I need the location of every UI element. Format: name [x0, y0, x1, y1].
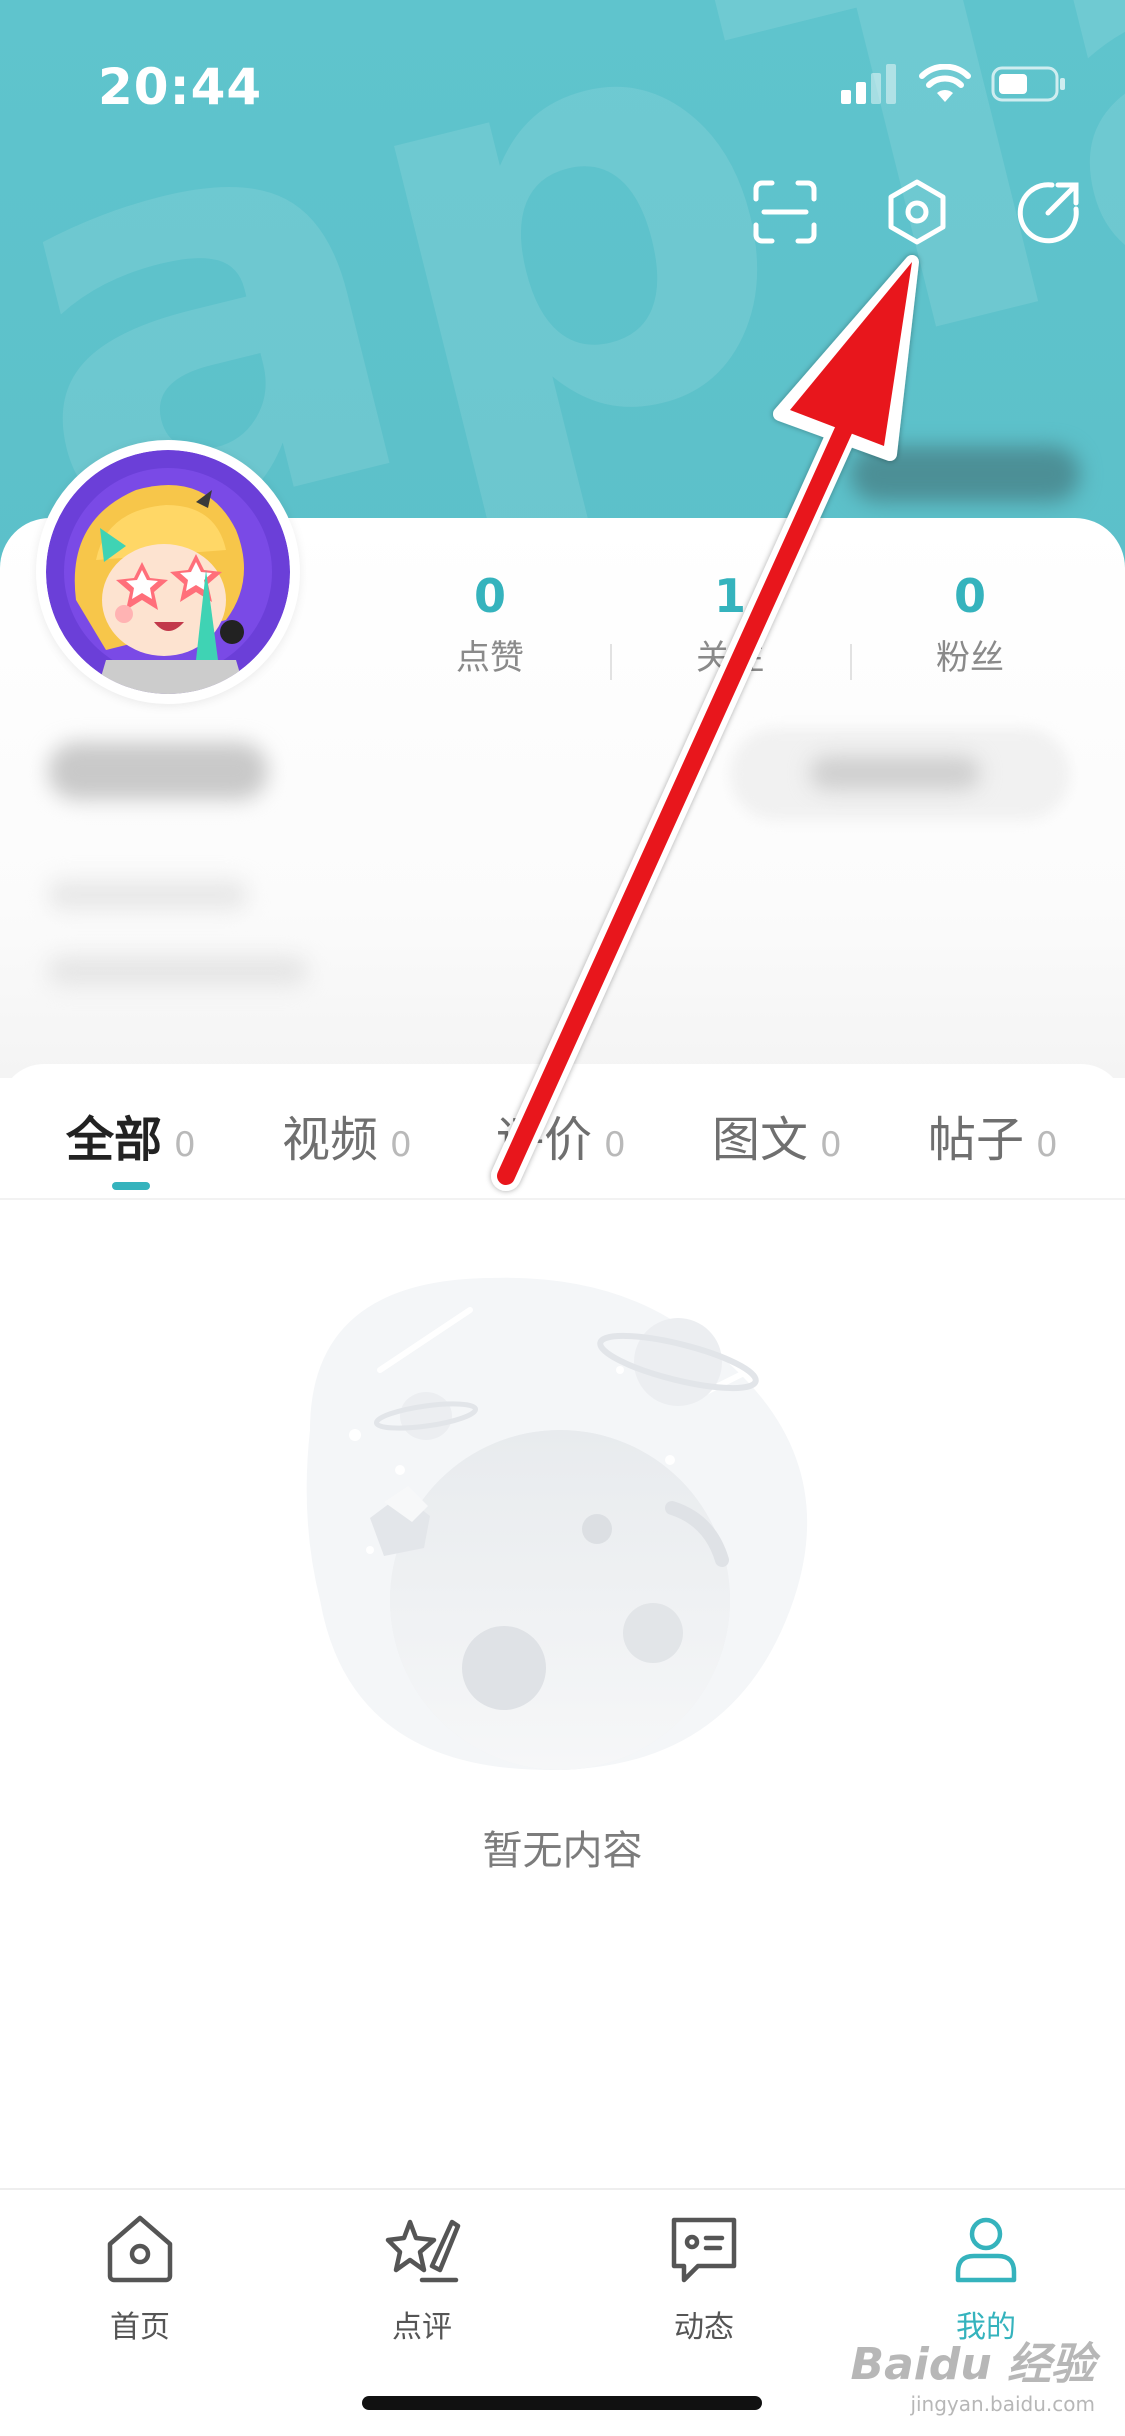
stat-followers[interactable]: 0 粉丝	[850, 568, 1090, 680]
share-button[interactable]	[1013, 176, 1085, 248]
tab-threads[interactable]: 帖子 0	[928, 1100, 1058, 1170]
tab-separator	[0, 1198, 1125, 1200]
nav-review[interactable]: 点评	[322, 2208, 522, 2346]
tab-videos[interactable]: 视频 0	[282, 1100, 412, 1170]
tab-all[interactable]: 全部 0	[66, 1100, 196, 1170]
profile-icon	[955, 2217, 1017, 2283]
baidu-watermark-logo: Baidu 经验	[850, 2339, 1095, 2390]
status-icons	[841, 64, 1067, 104]
tab-all-count: 0	[174, 1125, 196, 1165]
stat-followers-label: 粉丝	[936, 638, 1004, 678]
redacted-bio-line-1	[48, 880, 248, 910]
tab-posts-image-label: 图文	[712, 1112, 809, 1168]
nav-review-label: 点评	[392, 2310, 452, 2345]
status-bar: 20:44	[0, 0, 1125, 140]
stat-following[interactable]: 1 关注	[610, 568, 850, 680]
redacted-bio-line-2	[48, 956, 308, 986]
tab-videos-label: 视频	[282, 1112, 379, 1168]
empty-state-moon-illustration	[306, 1277, 808, 1770]
stat-following-value: 1	[713, 569, 746, 623]
cellular-signal-icon	[841, 64, 896, 104]
tab-threads-count: 0	[1036, 1125, 1058, 1165]
redacted-username	[48, 742, 268, 800]
nav-me[interactable]: 我的	[886, 2208, 1086, 2346]
tab-all-label: 全部	[66, 1112, 163, 1168]
redacted-badge	[850, 446, 1080, 502]
stat-followers-value: 0	[953, 569, 986, 623]
baidu-watermark-url: jingyan.baidu.com	[910, 2392, 1095, 2416]
scan-icon	[753, 180, 817, 244]
settings-hexagon-icon	[888, 179, 946, 245]
stat-divider	[610, 644, 612, 680]
share-icon	[1017, 182, 1079, 244]
nav-home[interactable]: 首页	[40, 2208, 240, 2346]
tab-reviews[interactable]: 评价 0	[496, 1100, 626, 1170]
tab-threads-label: 帖子	[928, 1112, 1025, 1168]
avatar[interactable]	[36, 440, 300, 704]
nav-feed-label: 动态	[674, 2310, 734, 2345]
baidu-jingyan-watermark: Baidu 经验 jingyan.baidu.com	[851, 2328, 1095, 2416]
header-actions	[749, 176, 1085, 248]
nav-home-label: 首页	[110, 2310, 170, 2345]
avatar-illustration	[46, 450, 290, 694]
review-pen-icon	[385, 2219, 461, 2283]
tab-reviews-count: 0	[604, 1125, 626, 1165]
stat-likes[interactable]: 0 点赞	[370, 568, 610, 680]
tab-reviews-label: 评价	[496, 1112, 593, 1168]
settings-button[interactable]	[881, 176, 953, 248]
home-indicator[interactable]	[362, 2396, 762, 2410]
redacted-edit-profile-label	[810, 756, 980, 790]
stat-divider	[850, 644, 852, 680]
empty-state-text: 暂无内容	[482, 1828, 643, 1874]
stat-likes-label: 点赞	[456, 638, 524, 678]
profile-stats: 0 点赞 1 关注 0 粉丝	[370, 568, 1090, 680]
stat-likes-value: 0	[473, 569, 506, 623]
active-tab-indicator	[112, 1182, 150, 1190]
battery-icon	[991, 66, 1065, 102]
content-tabs: 全部 0 视频 0 评价 0 图文 0 帖子 0	[0, 1100, 1125, 1190]
scan-button[interactable]	[749, 176, 821, 248]
home-icon	[107, 2215, 173, 2283]
nav-feed[interactable]: 动态	[604, 2208, 804, 2346]
tab-posts-image-count: 0	[820, 1125, 842, 1165]
wifi-icon	[919, 64, 971, 102]
message-icon	[671, 2217, 737, 2283]
status-time: 20:44	[98, 58, 263, 116]
tab-videos-count: 0	[390, 1125, 412, 1165]
stat-following-label: 关注	[696, 638, 764, 678]
tab-posts-image[interactable]: 图文 0	[712, 1100, 842, 1170]
